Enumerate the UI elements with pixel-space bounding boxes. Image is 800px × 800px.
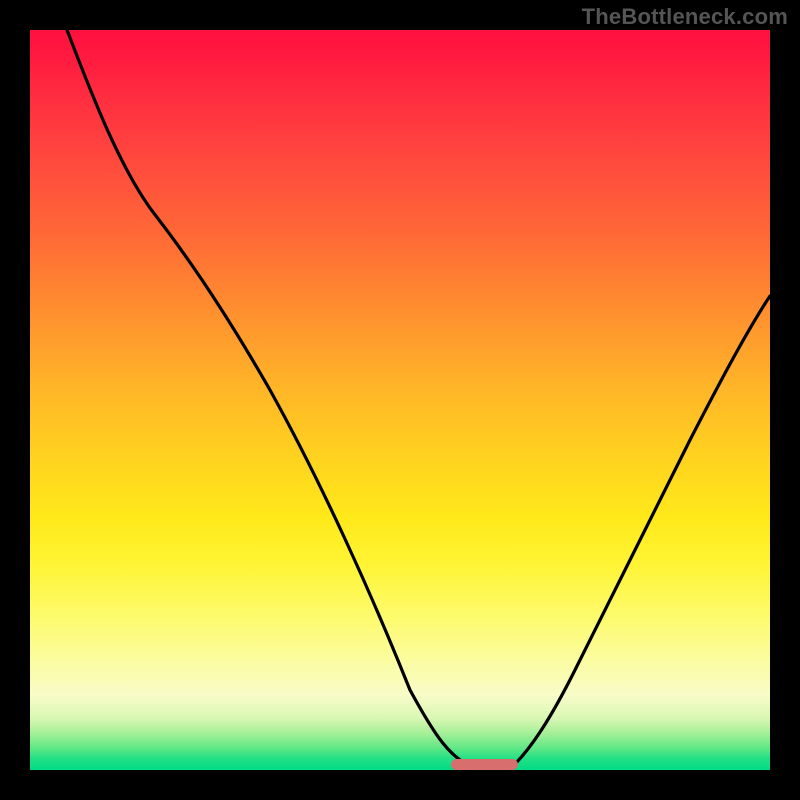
plot-area	[30, 30, 770, 770]
chart-frame: TheBottleneck.com	[0, 0, 800, 800]
bottleneck-curve-right	[511, 296, 770, 768]
bottleneck-curve-left	[67, 30, 474, 768]
optimum-marker	[451, 759, 518, 770]
curve-layer	[30, 30, 770, 770]
watermark-text: TheBottleneck.com	[582, 4, 788, 30]
